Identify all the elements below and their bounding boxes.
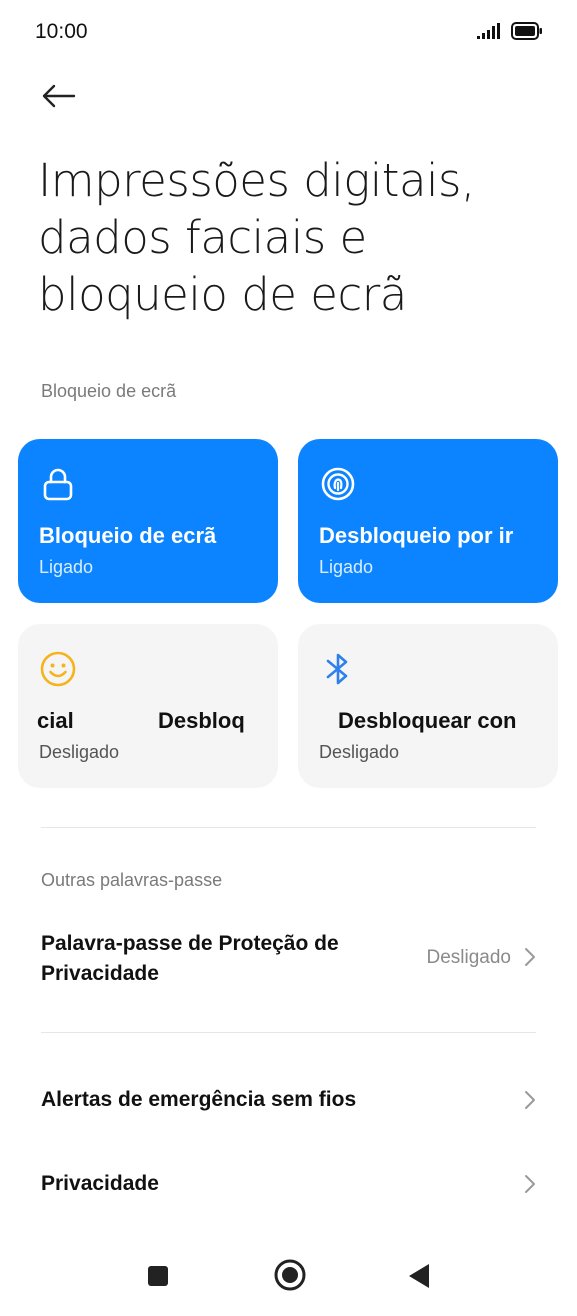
tile-title: Desbloquear con bbox=[338, 708, 517, 733]
tile-title: Desbloqueio por ir bbox=[319, 523, 514, 548]
tile-status: Ligado bbox=[39, 557, 94, 577]
privacy-row[interactable]: Privacidade bbox=[0, 1154, 577, 1214]
tile-status: Ligado bbox=[319, 557, 374, 577]
tile-screen-lock[interactable]: Bloqueio de ecrã Ligado bbox=[18, 439, 278, 603]
back-nav-button[interactable] bbox=[400, 1256, 440, 1296]
status-time: 10:00 bbox=[35, 20, 88, 43]
tile-title-right: Desbloq bbox=[158, 708, 245, 733]
row-title-line1: Palavra-passe de Proteção de bbox=[41, 932, 339, 955]
row-value: Desligado bbox=[426, 947, 512, 968]
chevron-right-icon bbox=[525, 948, 535, 966]
chevron-right-icon bbox=[525, 1091, 535, 1109]
section-header-other-passwords: Outras palavras-passe bbox=[41, 870, 223, 890]
tile-face-unlock[interactable]: cial Desbloq Desligado bbox=[18, 624, 278, 788]
face-icon bbox=[40, 651, 76, 687]
divider bbox=[41, 1032, 536, 1033]
status-bar: 10:00 bbox=[0, 0, 577, 66]
tile-bluetooth-unlock[interactable]: Desbloquear con Desligado bbox=[298, 624, 558, 788]
section-header-screen-lock: Bloqueio de ecrã bbox=[41, 381, 177, 401]
signal-icon bbox=[477, 23, 500, 39]
chevron-right-icon bbox=[525, 1175, 535, 1193]
privacy-password-row[interactable]: Palavra-passe de Proteção de Privacidade… bbox=[0, 920, 577, 1000]
row-title: Alertas de emergência sem fios bbox=[41, 1088, 357, 1111]
emergency-alerts-row[interactable]: Alertas de emergência sem fios bbox=[0, 1070, 577, 1130]
row-title-line2: Privacidade bbox=[41, 962, 159, 985]
row-title: Privacidade bbox=[41, 1172, 159, 1195]
battery-icon bbox=[511, 22, 542, 40]
divider bbox=[41, 827, 536, 828]
tile-fingerprint-unlock[interactable]: Desbloqueio por ir Ligado bbox=[298, 439, 558, 603]
bluetooth-icon bbox=[326, 653, 348, 685]
fingerprint-icon bbox=[321, 467, 355, 501]
back-button[interactable] bbox=[30, 72, 86, 120]
home-button[interactable] bbox=[268, 1253, 312, 1297]
back-triangle-icon bbox=[409, 1264, 429, 1288]
tile-title: Bloqueio de ecrã bbox=[39, 523, 217, 548]
tile-status: Desligado bbox=[319, 742, 400, 762]
recents-icon bbox=[148, 1266, 168, 1286]
tile-title-left: cial bbox=[37, 708, 74, 733]
home-icon bbox=[274, 1259, 306, 1291]
page-title: Impressões digitais, dados faciais e blo… bbox=[38, 154, 475, 321]
lock-icon bbox=[43, 468, 73, 501]
back-arrow-icon bbox=[42, 84, 76, 108]
tile-status: Desligado bbox=[39, 742, 120, 762]
navigation-bar bbox=[0, 1236, 577, 1306]
status-icons bbox=[477, 22, 543, 40]
recents-button[interactable] bbox=[138, 1256, 178, 1296]
